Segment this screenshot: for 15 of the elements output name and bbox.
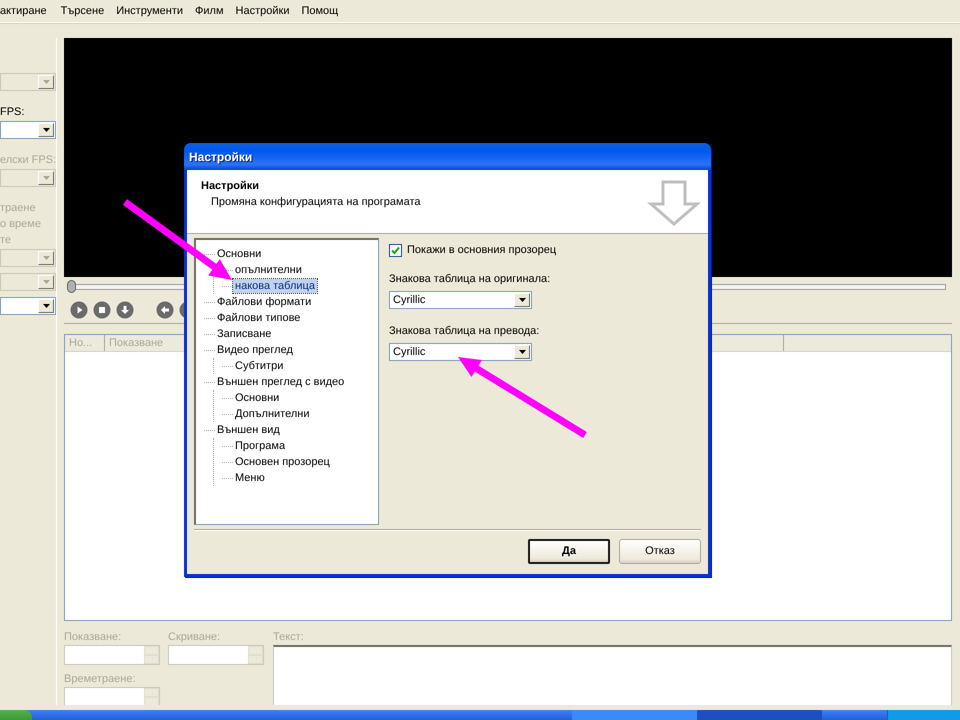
field-label: Текст:: [273, 631, 305, 643]
field-label: Знакова таблица на оригинала:: [389, 272, 552, 286]
header-subtitle: Промяна конфигурацията на програмата: [210, 195, 421, 210]
field-label: те: [0, 233, 12, 247]
field-label: Знакова таблица на превода:: [389, 324, 540, 338]
field-label: траене: [0, 201, 37, 215]
field-label: Показване:: [64, 631, 122, 643]
dialog-title: Настройки: [184, 143, 711, 170]
field-label: Скриване:: [168, 631, 222, 643]
field-label: FPS:: [0, 105, 26, 119]
field-label: о време: [0, 217, 42, 231]
checkbox-label: Покажи в основния прозорец: [407, 244, 556, 256]
field-label: Времетраене:: [64, 673, 137, 685]
field-label: елски FPS:: [0, 153, 56, 167]
header-title: Настройки: [201, 179, 260, 194]
